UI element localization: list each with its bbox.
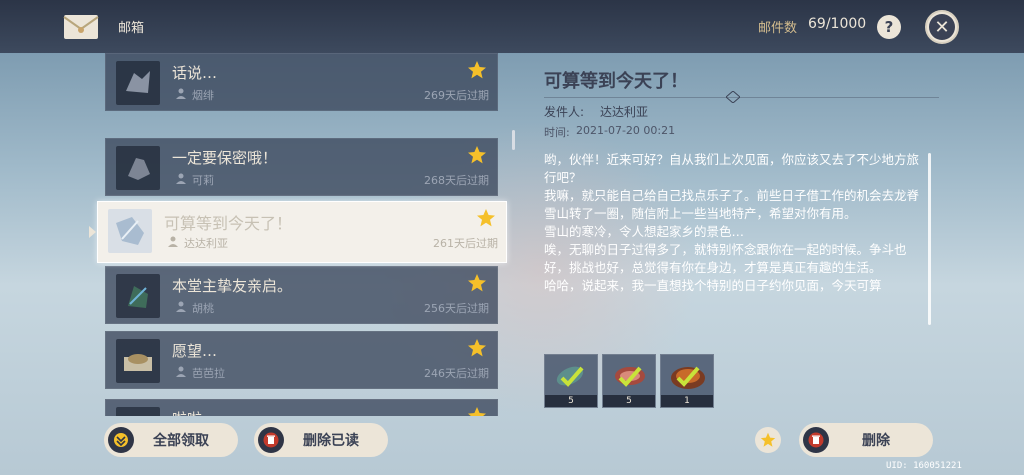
- mail-title: 本堂主挚友亲启。: [172, 277, 293, 295]
- star-icon[interactable]: [467, 406, 487, 416]
- list-scrollbar[interactable]: [512, 130, 515, 150]
- mail-expiry: 261天后过期: [433, 237, 498, 250]
- delete-read-label: 删除已读: [303, 433, 359, 449]
- sender-icon: [176, 88, 186, 99]
- detail-time: 2021-07-20 00:21: [576, 124, 676, 137]
- star-icon[interactable]: [467, 338, 487, 358]
- ornament-icon: [726, 91, 740, 103]
- mail-count-value: 69/1000: [808, 16, 867, 32]
- close-button[interactable]: ✕: [925, 10, 959, 44]
- attachment-qty: 5: [603, 395, 655, 407]
- header-bar: 邮箱 邮件数 69/1000 ? ✕: [0, 0, 1024, 53]
- mail-envelope-icon: [63, 15, 99, 39]
- body-paragraph: 雪山的寒冷，令人想起家乡的景色…: [544, 224, 745, 239]
- delete-read-button[interactable]: 删除已读: [254, 423, 388, 457]
- mail-title: 话说…: [172, 64, 218, 82]
- list-item[interactable]: 话说… 烟绯 269天后过期: [105, 53, 498, 111]
- attachment-qty: 5: [545, 395, 597, 407]
- mail-sender: 芭芭拉: [192, 367, 225, 380]
- body-paragraph: 哈哈，说起来，我一直想找个特别的日子约你见面，今天可算: [544, 278, 882, 293]
- time-label: 时间:: [544, 126, 570, 139]
- mail-thumbnail-icon: [116, 407, 160, 416]
- star-icon: [760, 432, 776, 447]
- body-scrollbar[interactable]: [928, 153, 931, 325]
- star-icon[interactable]: [467, 60, 487, 80]
- favorite-toggle-button[interactable]: [755, 427, 781, 453]
- list-item[interactable]: 本堂主挚友亲启。 胡桃 256天后过期: [105, 266, 498, 324]
- attachment-item[interactable]: 5: [544, 354, 598, 408]
- body-paragraph: 唉，无聊的日子过得多了，就特别怀念跟你在一起的时候。争斗也好，挑战也好，总觉得有…: [544, 242, 907, 275]
- mail-sender: 胡桃: [192, 302, 214, 315]
- detail-title: 可算等到今天了！: [544, 71, 688, 92]
- uid-label: UID: 160051221: [886, 461, 962, 471]
- list-item[interactable]: 啦啦: [105, 399, 498, 416]
- attachment-list: 5 5 1: [544, 354, 714, 408]
- list-item[interactable]: 愿望… 芭芭拉 246天后过期: [105, 331, 498, 389]
- attachment-qty: 1: [661, 395, 713, 407]
- mail-title: 可算等到今天了！: [164, 214, 293, 233]
- divider: [544, 97, 939, 98]
- mail-thumbnail-icon: [116, 274, 160, 318]
- close-icon: ✕: [929, 14, 955, 40]
- claim-all-button[interactable]: 全部领取: [104, 423, 238, 457]
- star-icon[interactable]: [467, 145, 487, 165]
- mail-thumbnail-icon: [116, 61, 160, 105]
- delete-button[interactable]: 删除: [799, 423, 933, 457]
- delete-label: 删除: [862, 433, 890, 449]
- sender-label: 发件人:: [544, 105, 585, 119]
- selection-arrow-icon: [89, 226, 96, 238]
- mail-detail: 可算等到今天了！ 发件人: 达达利亚 时间: 2021-07-20 00:21 …: [530, 53, 940, 413]
- attachment-item[interactable]: 5: [602, 354, 656, 408]
- mail-expiry: 268天后过期: [424, 174, 489, 187]
- mail-sender: 可莉: [192, 174, 214, 187]
- sender-icon: [176, 301, 186, 312]
- sender-icon: [168, 236, 178, 247]
- body-paragraph: 哟，伙伴！近来可好？自从我们上次见面，你应该又去了不少地方旅行吧？: [544, 152, 920, 185]
- help-button[interactable]: ?: [877, 15, 901, 39]
- mail-thumbnail-icon: [116, 339, 160, 383]
- dish-icon: [671, 366, 705, 389]
- body-paragraph: 我嘛，就只能自己给自己找点乐子了。前些日子借工作的机会去龙脊雪山转了一圈，随信附…: [544, 188, 920, 221]
- page-title: 邮箱: [118, 21, 145, 36]
- mail-sender: 达达利亚: [184, 237, 228, 250]
- mail-thumbnail-icon: [116, 146, 160, 190]
- mail-sender: 烟绯: [192, 89, 214, 102]
- mail-title: 愿望…: [172, 342, 218, 360]
- attachment-item[interactable]: 1: [660, 354, 714, 408]
- meat-icon: [615, 366, 645, 387]
- sender-icon: [176, 173, 186, 184]
- star-icon[interactable]: [467, 273, 487, 293]
- mail-expiry: 246天后过期: [424, 367, 489, 380]
- mail-count-label: 邮件数: [758, 21, 798, 36]
- mail-thumbnail-icon: [108, 209, 152, 253]
- list-item[interactable]: 一定要保密哦！ 可莉 268天后过期: [105, 138, 498, 196]
- detail-sender: 达达利亚: [600, 105, 649, 119]
- mail-expiry: 256天后过期: [424, 302, 489, 315]
- sender-icon: [176, 366, 186, 377]
- list-item-selected[interactable]: 可算等到今天了！ 达达利亚 261天后过期: [97, 201, 507, 263]
- mail-title: 啦啦: [172, 408, 202, 416]
- star-icon[interactable]: [476, 208, 496, 228]
- claim-all-label: 全部领取: [153, 433, 209, 449]
- mail-body[interactable]: 哟，伙伴！近来可好？自从我们上次见面，你应该又去了不少地方旅行吧？ 我嘛，就只能…: [544, 151, 924, 329]
- fish-icon: [556, 366, 584, 387]
- mail-expiry: 269天后过期: [424, 89, 489, 102]
- mail-title: 一定要保密哦！: [172, 149, 278, 167]
